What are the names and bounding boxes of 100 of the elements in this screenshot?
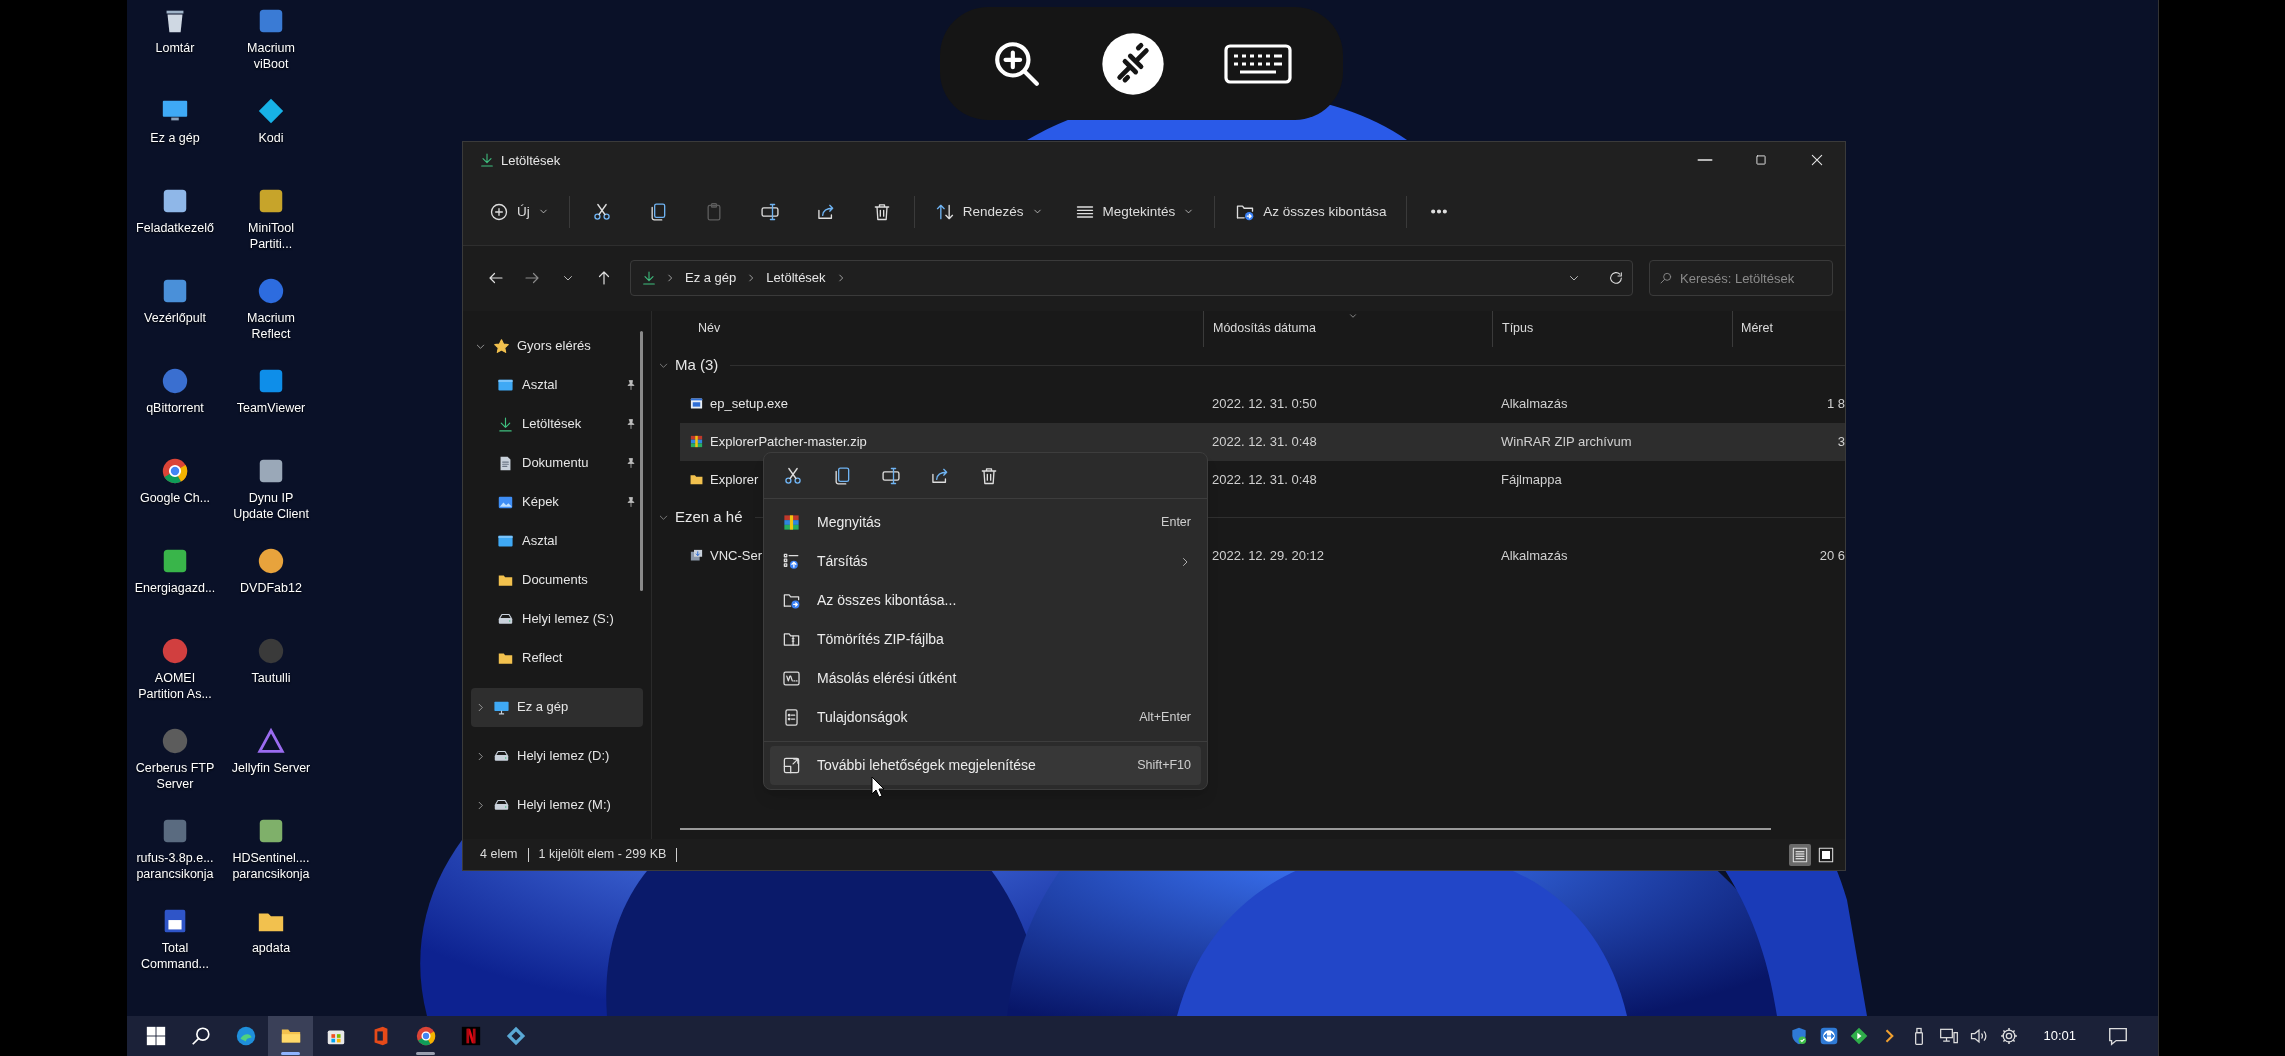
sidebar-item[interactable]: Asztal [471, 365, 643, 405]
desktop-icon-label[interactable]: Tautulli [230, 670, 312, 686]
desktop-icon-label[interactable]: Ez a gép [134, 130, 216, 146]
scrollbar[interactable] [680, 828, 1771, 831]
desktop-icon-label[interactable]: Kodi [230, 130, 312, 146]
sort-button[interactable]: Rendezés [925, 192, 1052, 231]
open-with-icon [782, 552, 801, 571]
program-window-icon [689, 396, 704, 412]
desktop-icon-label[interactable]: apdata [230, 940, 312, 956]
column-header[interactable]: Típus [1492, 310, 1732, 347]
menu-item[interactable]: Társítás [770, 542, 1201, 581]
menu-item[interactable]: További lehetőségek megjelenítése Shift+F10 [770, 746, 1201, 785]
keyboard-shortcut: Alt+Enter [1139, 709, 1191, 727]
desktop-icon-label[interactable]: Macrium viBoot [230, 40, 312, 72]
archive-stack-icon [689, 434, 704, 450]
star-icon [493, 337, 510, 355]
column-header[interactable]: Név [652, 310, 1203, 347]
selected-file-row[interactable]: ExplorerPatcher-master.zip 2022. 12. 31. 0:48 WinRAR ZIP archívum 3 [680, 422, 1845, 461]
pin-icon [625, 457, 637, 470]
plug-arrows-icon [1101, 31, 1166, 96]
cut-icon [783, 465, 803, 486]
table-cell-text: Alkalmazás [1501, 546, 1568, 565]
notification-icon [2107, 1025, 2129, 1047]
expand-icon [782, 756, 801, 775]
view-button[interactable]: Megtekintés [1065, 192, 1204, 231]
browser-icon[interactable] [160, 456, 190, 486]
sidebar-item[interactable]: Gyors elérés [471, 326, 643, 366]
desktop-icon-label[interactable]: Macrium Reflect [230, 310, 312, 342]
desktop-icon-label[interactable]: Jellyfin Server [230, 760, 312, 776]
column-header[interactable]: Módosítás dátuma [1203, 310, 1492, 347]
item-count: 4 elem [480, 846, 519, 864]
sidebar-item[interactable]: Documents [471, 560, 643, 600]
archive-stack-icon [782, 513, 801, 532]
table-cell-text: 2022. 12. 31. 0:48 [1212, 470, 1317, 489]
file-name[interactable]: Explorer [710, 469, 759, 490]
browser-icon [414, 1025, 437, 1047]
selection-info: 1 kijelölt elem - 299 KB [537, 846, 668, 864]
round-app-icon[interactable] [160, 636, 190, 666]
file-name[interactable]: VNC-Ser [710, 545, 762, 566]
window-title: Letöltések [501, 151, 561, 170]
new-button[interactable]: Új [480, 192, 558, 231]
desktop-icon-label[interactable]: qBittorrent [134, 400, 216, 416]
taskbar-button[interactable] [268, 1016, 313, 1056]
desktop-icon-label[interactable]: Vezérlőpult [134, 310, 216, 326]
desktop-icon-label[interactable]: Total Command... [134, 940, 216, 972]
group-header[interactable]: Ma (3) [675, 354, 719, 377]
trash-icon [979, 465, 999, 486]
clock[interactable]: 10:01 [2043, 1026, 2076, 1046]
properties-icon [782, 708, 801, 727]
desktop-icon-label[interactable]: MiniTool Partiti... [230, 220, 312, 252]
sidebar-item[interactable]: Helyi lemez (D:) [471, 736, 643, 776]
breadcrumb[interactable]: Letöltések [764, 268, 828, 288]
menu-item[interactable]: Tulajdonságok Alt+Enter [770, 698, 1201, 737]
desktop-icon-label[interactable]: HDSentinel.... parancsikonja [230, 850, 312, 882]
desktop-icon-label[interactable]: rufus-3.8p.e... parancsikonja [134, 850, 216, 882]
round-app-icon[interactable] [256, 276, 286, 306]
desktop-icon-label[interactable]: DVDFab12 [230, 580, 312, 596]
sidebar-item[interactable]: Letöltések [471, 404, 643, 444]
path-icon [782, 669, 801, 688]
triangle-app-icon[interactable] [256, 726, 286, 756]
desktop-icon-label[interactable]: Dynu IP Update Client [230, 490, 312, 522]
menu-item[interactable]: Megnyitás Enter [770, 503, 1201, 542]
desktop-icon-label[interactable]: Google Ch... [134, 490, 216, 506]
desktop-icon-label[interactable]: Feladatkezelő [134, 220, 216, 236]
column-header[interactable]: Méret [1732, 310, 1845, 347]
scrollbar[interactable] [640, 330, 643, 591]
cursor-icon [871, 776, 885, 798]
sidebar-item[interactable]: Helyi lemez (M:) [471, 785, 643, 825]
menu-item[interactable]: Másolás elérési útként [770, 659, 1201, 698]
tiles-view-icon [1818, 846, 1834, 863]
menu-item[interactable]: Az összes kibontása... [770, 581, 1201, 620]
sidebar-item[interactable]: Helyi lemez (S:) [471, 599, 643, 639]
address-bar[interactable]: Ez a gép Letöltések [630, 260, 1633, 297]
menu-item[interactable]: Tömörítés ZIP-fájlba [770, 620, 1201, 659]
round-app-icon[interactable] [256, 546, 286, 576]
disconnect-button[interactable] [1101, 31, 1166, 96]
sidebar-item[interactable]: Reflect [471, 638, 643, 678]
desktop-icon-label[interactable]: Lomtár [134, 40, 216, 56]
desktop-icon-label[interactable]: AOMEI Partition As... [134, 670, 216, 702]
diamond-app-icon[interactable] [256, 96, 286, 126]
details-view-icon [1792, 846, 1808, 863]
desktop-icon-label[interactable]: Energiagazd... [134, 580, 216, 596]
round-app-icon[interactable] [160, 366, 190, 396]
table-cell-text: Fájlmappa [1501, 470, 1562, 489]
group-header[interactable]: Ezen a hé [675, 506, 743, 529]
extract-button[interactable]: Az összes kibontása [1226, 192, 1396, 231]
pin-icon [625, 496, 637, 509]
search-field[interactable]: Keresés: Letöltések [1649, 260, 1833, 297]
desktop-icon-label[interactable]: Cerberus FTP Server [134, 760, 216, 792]
file-name[interactable]: ep_setup.exe [710, 393, 789, 414]
pin-icon [625, 418, 637, 431]
rename-icon [881, 465, 901, 486]
keyboard-shortcut: Shift+F10 [1137, 757, 1191, 775]
stripes-logo-icon [459, 1025, 482, 1047]
sidebar-item[interactable]: Ez a gép [471, 687, 643, 727]
desktop-icon-label[interactable]: TeamViewer [230, 400, 312, 416]
file-name[interactable]: ExplorerPatcher-master.zip [710, 431, 867, 452]
pin-icon [625, 379, 637, 392]
breadcrumb[interactable]: Ez a gép [683, 268, 739, 288]
view-mode-button[interactable] [1789, 843, 1811, 866]
